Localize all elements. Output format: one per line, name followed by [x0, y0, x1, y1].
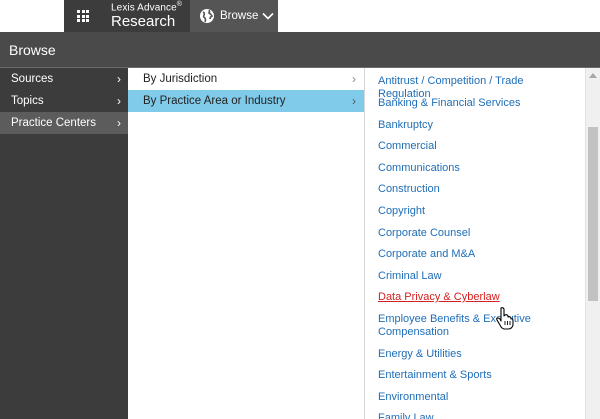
brand-name: Lexis Advance: [111, 2, 177, 14]
category-item[interactable]: Practice Centers ›: [0, 112, 128, 134]
brand-product: Research: [111, 13, 176, 31]
browse-subcategory-column: By Jurisdiction › By Practice Area or Indu…: [128, 68, 365, 419]
category-label: Topics: [11, 95, 44, 107]
chevron-right-icon: ›: [352, 94, 356, 108]
practice-area-link[interactable]: Commercial: [366, 140, 445, 153]
scroll-up-button[interactable]: [586, 68, 600, 82]
category-item[interactable]: Topics ›: [0, 90, 128, 112]
product-logo[interactable]: Lexis Advance® Research: [111, 1, 182, 29]
practice-area-link[interactable]: Construction: [366, 183, 448, 196]
practice-area-link[interactable]: Communications: [366, 162, 468, 175]
practice-area-link[interactable]: Copyright: [366, 205, 433, 218]
practice-area-link[interactable]: Entertainment & Sports: [366, 369, 500, 382]
practice-area-link[interactable]: Corporate and M&A: [366, 248, 483, 261]
category-label: Practice Centers: [11, 117, 97, 129]
top-bar: Lexis Advance® Research Browse: [0, 0, 600, 32]
practice-area-link[interactable]: Criminal Law: [366, 270, 450, 283]
subcategory-label: By Jurisdiction: [143, 73, 218, 85]
grid-icon: [77, 10, 89, 22]
chevron-right-icon: ›: [117, 94, 121, 108]
subcategory-item[interactable]: By Practice Area or Industry ›: [128, 90, 364, 112]
browse-label: Browse: [220, 10, 259, 22]
category-label: Sources: [11, 73, 54, 85]
subcategory-item[interactable]: By Jurisdiction ›: [128, 68, 364, 90]
chevron-right-icon: ›: [117, 72, 121, 86]
chevron-right-icon: ›: [352, 72, 356, 86]
practice-area-link[interactable]: Employee Benefits & Executive Compensati…: [366, 313, 585, 339]
browse-header: Browse: [0, 32, 600, 68]
practice-area-link[interactable]: Energy & Utilities: [366, 348, 470, 361]
practice-area-link[interactable]: Bankruptcy: [366, 119, 441, 132]
practice-area-link[interactable]: Corporate Counsel: [366, 227, 478, 240]
browse-menu-button[interactable]: Browse: [190, 0, 278, 32]
category-item[interactable]: Sources ›: [0, 68, 128, 90]
chevron-down-icon: [262, 12, 274, 20]
hand-pointer-cursor-icon: [496, 307, 514, 330]
practice-area-list: Antitrust / Competition / Trade Regulati…: [366, 68, 585, 419]
practice-area-link[interactable]: Family Law: [366, 412, 442, 419]
scrollbar-thumb[interactable]: [588, 127, 598, 301]
practice-area-link[interactable]: Banking & Financial Services: [366, 97, 528, 110]
apps-grid-button[interactable]: [64, 0, 102, 32]
practice-area-link[interactable]: Environmental: [366, 391, 456, 404]
vertical-scrollbar[interactable]: [585, 68, 600, 419]
scroll-up-arrow-icon: [589, 72, 597, 78]
globe-icon: [200, 9, 214, 23]
browse-category-column: Sources › Topics › Practice Centers ›: [0, 68, 128, 419]
practice-area-link[interactable]: Data Privacy & Cyberlaw: [366, 291, 508, 304]
registered-mark: ®: [176, 1, 183, 8]
chevron-right-icon: ›: [117, 116, 121, 130]
subcategory-label: By Practice Area or Industry: [143, 95, 286, 107]
page-title: Browse: [9, 42, 56, 58]
